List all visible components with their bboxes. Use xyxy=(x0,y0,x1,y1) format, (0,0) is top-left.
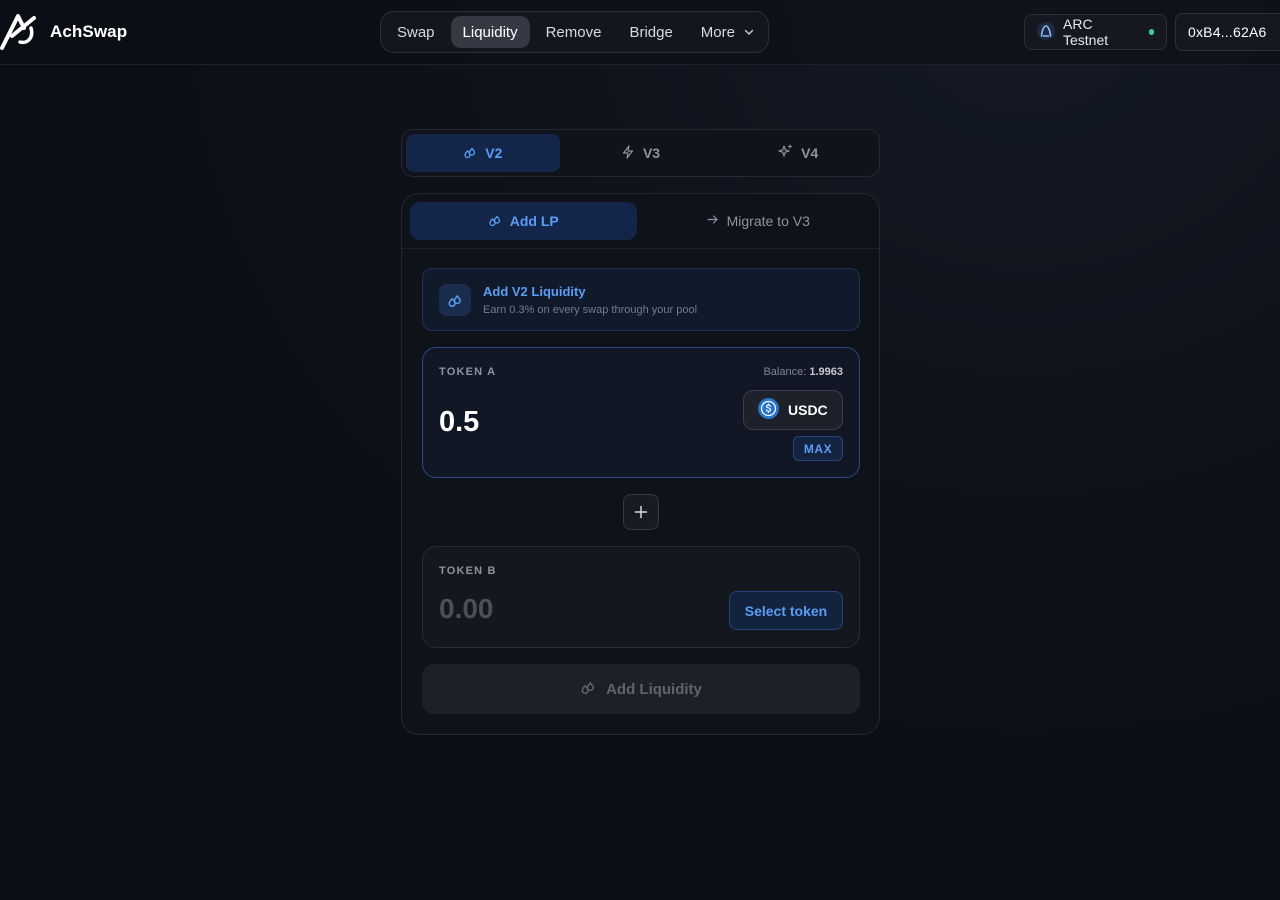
arc-network-icon xyxy=(1037,21,1055,43)
version-tabs: V2 V3 V4 xyxy=(401,129,880,177)
token-b-amount-input[interactable]: 0.00 xyxy=(439,593,494,625)
nav-label: More xyxy=(700,23,735,41)
tab-v3[interactable]: V3 xyxy=(564,134,718,172)
brand-name: AchSwap xyxy=(50,22,128,41)
max-button[interactable]: MAX xyxy=(793,436,843,461)
subtab-label: Migrate to V3 xyxy=(726,213,810,229)
droplets-icon xyxy=(463,145,477,162)
tab-label: V2 xyxy=(485,145,503,161)
add-liquidity-label: Add Liquidity xyxy=(606,680,702,698)
arrow-right-icon xyxy=(706,213,719,229)
token-a-selector[interactable]: USDC xyxy=(743,390,843,430)
select-token-button[interactable]: Select token xyxy=(729,591,843,630)
tab-migrate-v3[interactable]: Migrate to V3 xyxy=(645,202,872,240)
liquidity-subtabs: Add LP Migrate to V3 xyxy=(402,194,879,249)
subtab-label: Add LP xyxy=(509,213,559,229)
nav-more[interactable]: More xyxy=(689,16,767,48)
wallet-button[interactable]: 0xB4...62A6 xyxy=(1175,13,1280,51)
main-nav: Swap Liquidity Remove Bridge More xyxy=(380,11,769,53)
token-a-amount-input[interactable]: 0.5 xyxy=(439,406,479,439)
token-a-balance: Balance: 1.9963 xyxy=(763,366,843,378)
tab-v2[interactable]: V2 xyxy=(406,134,560,172)
info-title: Add V2 Liquidity xyxy=(483,283,586,299)
info-banner: Add V2 Liquidity Earn 0.3% on every swap… xyxy=(422,268,860,331)
droplets-icon xyxy=(580,679,596,699)
nav-label: Remove xyxy=(545,23,602,41)
droplets-icon xyxy=(488,213,502,230)
nav-bridge[interactable]: Bridge xyxy=(617,16,684,48)
wallet-address: 0xB4...62A6 xyxy=(1188,24,1267,40)
liquidity-card: Add LP Migrate to V3 Add V2 Liquidity Ea… xyxy=(401,193,880,735)
plus-icon[interactable] xyxy=(623,494,659,530)
token-a-label: TOKEN A xyxy=(439,366,497,378)
nav-label: Swap xyxy=(397,23,435,41)
nav-liquidity[interactable]: Liquidity xyxy=(450,16,530,48)
droplets-icon xyxy=(439,283,471,316)
add-liquidity-button[interactable]: Add Liquidity xyxy=(422,664,860,714)
zap-icon xyxy=(621,144,635,162)
network-name: ARC Testnet xyxy=(1063,16,1109,48)
info-subtitle: Earn 0.3% on every swap through your poo… xyxy=(483,303,698,316)
token-b-label: TOKEN B xyxy=(439,565,497,577)
achswap-logo-icon xyxy=(0,14,36,50)
sparkles-icon xyxy=(778,144,793,162)
tab-label: V4 xyxy=(801,145,819,161)
nav-remove[interactable]: Remove xyxy=(534,16,614,48)
balance-value: 1.9963 xyxy=(809,366,843,378)
chevron-down-icon xyxy=(743,26,755,38)
network-status-dot xyxy=(1148,29,1154,35)
balance-label: Balance: xyxy=(763,366,807,378)
nav-label: Liquidity xyxy=(462,23,518,41)
token-a-panel: TOKEN A Balance: 1.9963 0.5 USDC MAX xyxy=(422,347,860,478)
token-b-panel: TOKEN B 0.00 Select token xyxy=(422,546,860,648)
token-a-symbol: USDC xyxy=(788,402,828,418)
usdc-icon xyxy=(758,398,779,422)
tab-v4[interactable]: V4 xyxy=(721,134,875,172)
nav-label: Bridge xyxy=(629,23,673,41)
nav-swap[interactable]: Swap xyxy=(385,16,447,48)
brand-logo[interactable]: AchSwap xyxy=(0,14,127,50)
network-selector[interactable]: ARC Testnet xyxy=(1024,14,1167,50)
tab-label: V3 xyxy=(642,145,661,161)
info-text: Add V2 Liquidity Earn 0.3% on every swap… xyxy=(483,284,697,316)
tab-add-lp[interactable]: Add LP xyxy=(410,202,637,240)
top-header: AchSwap Swap Liquidity Remove Bridge Mor… xyxy=(0,0,1280,65)
